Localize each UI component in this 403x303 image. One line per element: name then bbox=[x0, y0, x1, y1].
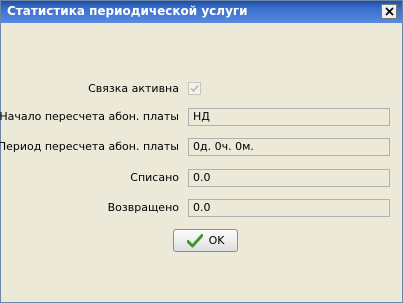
recalc-period-label: Период пересчета абон. платы bbox=[0, 140, 179, 153]
close-icon bbox=[384, 7, 394, 16]
link-active-checkbox[interactable] bbox=[188, 82, 201, 95]
returned-field[interactable]: 0.0 bbox=[188, 199, 390, 217]
written-off-field[interactable]: 0.0 bbox=[188, 169, 390, 187]
recalc-start-label: Начало пересчета абон. платы bbox=[0, 110, 179, 123]
dialog-content: Связка активна Начало пересчета абон. пл… bbox=[0, 27, 398, 298]
returned-label: Возвращено bbox=[107, 201, 179, 214]
link-active-label: Связка активна bbox=[88, 82, 179, 95]
ok-button[interactable]: OK bbox=[173, 229, 238, 252]
title-bar[interactable]: Статистика периодической услуги bbox=[1, 1, 402, 23]
window-title: Статистика периодической услуги bbox=[7, 4, 248, 18]
checkbox-check-icon bbox=[190, 85, 199, 93]
ok-button-label: OK bbox=[208, 234, 225, 247]
recalc-period-field[interactable]: 0д. 0ч. 0м. bbox=[188, 138, 390, 156]
close-button[interactable] bbox=[381, 4, 397, 19]
written-off-label: Списано bbox=[130, 171, 179, 184]
recalc-start-field[interactable]: НД bbox=[188, 108, 390, 126]
checkmark-icon bbox=[186, 233, 203, 247]
dialog-window: Статистика периодической услуги Связка а… bbox=[0, 0, 403, 303]
